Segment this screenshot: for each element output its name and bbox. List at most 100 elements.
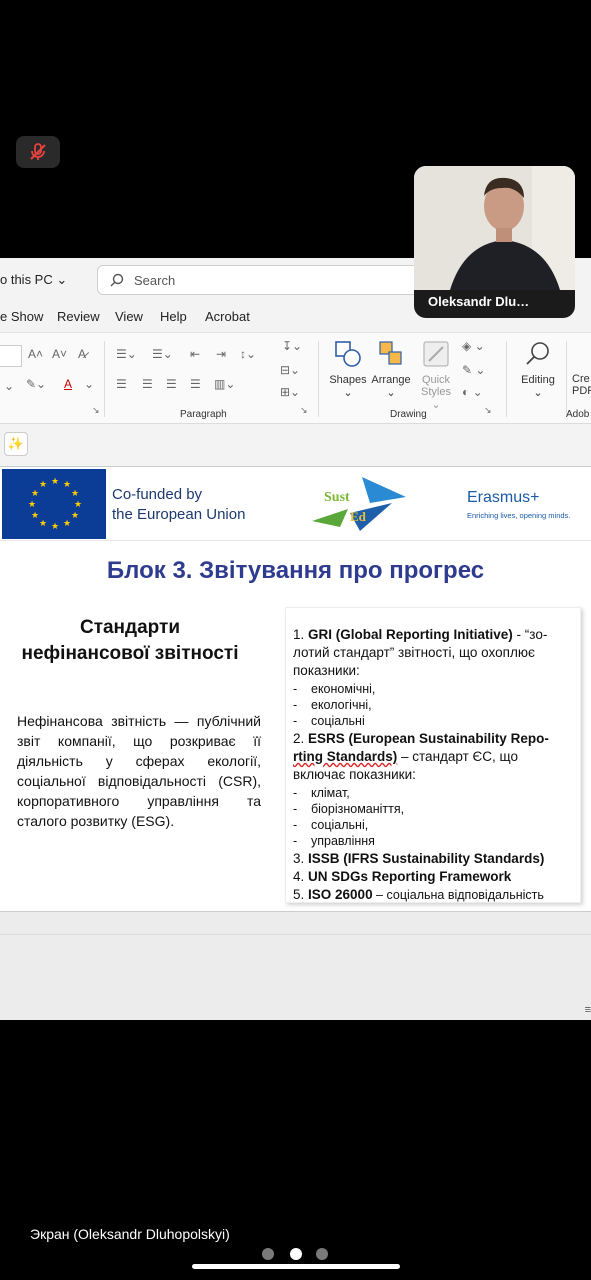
menu-help[interactable]: Help (160, 309, 187, 324)
svg-text:★: ★ (39, 480, 47, 490)
justify-icon[interactable]: ☰ (190, 377, 201, 391)
font-color-dropdown-icon[interactable]: ⌄ (84, 377, 94, 391)
svg-text:★: ★ (71, 511, 79, 521)
shape-fill-icon[interactable]: ◈ ⌄ (462, 339, 485, 353)
svg-text:★: ★ (31, 511, 39, 521)
shape-effects-icon[interactable]: ◐ ⌄ (462, 385, 483, 399)
separator (506, 341, 507, 417)
sub-item: - соціальні (293, 714, 365, 728)
svg-text:★: ★ (63, 519, 71, 529)
svg-text:★: ★ (28, 500, 36, 510)
mic-off-icon (30, 143, 46, 160)
screen-share-label: Экран (Oleksandr Dluhopolskyi) (30, 1226, 230, 1242)
erasmus-tagline: Enriching lives, opening minds. (467, 511, 571, 520)
notes-handle-icon[interactable]: ≡ (585, 1004, 591, 1016)
menu-slide-show[interactable]: e Show (0, 309, 43, 324)
eu-cofunded-text: Co-funded by the European Union (112, 486, 246, 523)
bullets-icon[interactable]: ☰⌄ (116, 347, 137, 361)
home-indicator[interactable] (192, 1264, 400, 1269)
increase-indent-icon[interactable]: ⇥ (216, 347, 226, 361)
quick-styles-icon (423, 341, 449, 367)
quick-styles-button[interactable]: Quick Styles ⌄ (416, 339, 456, 411)
svg-text:Ed: Ed (350, 509, 367, 524)
participant-name: Oleksandr Dlu… (428, 294, 530, 309)
slide: ★ ★ ★ ★ ★ ★ ★ ★ ★ ★ ★ ★ Co-funded by the Europea… (0, 466, 591, 912)
list-item-3: 3. ISSB (IFRS Sustainability Standards) (293, 851, 545, 866)
adobe-group-label: Adob (566, 409, 590, 420)
text-direction-icon[interactable]: ↧⌄ (282, 339, 302, 353)
left-body-text: Нефінансова звітність — публічний звіт к… (17, 713, 261, 829)
list-item-4: 4. UN SDGs Reporting Framework (293, 869, 512, 884)
drawing-launcher-icon[interactable]: ↘ (484, 405, 492, 416)
smartart-icon[interactable]: ⊞⌄ (280, 385, 300, 399)
menu-view[interactable]: View (115, 309, 143, 324)
align-right-icon[interactable]: ☰ (166, 377, 177, 391)
menu-acrobat[interactable]: Acrobat (205, 309, 250, 324)
align-text-icon[interactable]: ⊟⌄ (280, 363, 300, 377)
menu-review[interactable]: Review (57, 309, 100, 324)
page-dot-3[interactable] (316, 1248, 328, 1260)
shrink-font-icon[interactable]: A˅ (52, 347, 67, 361)
list-item-1: 1. GRI (Global Reporting Initiative) - “… (293, 627, 548, 642)
svg-text:★: ★ (71, 489, 79, 499)
list-item-2-cont: включає показники: (293, 767, 416, 782)
separator (318, 341, 319, 417)
separator (104, 341, 105, 417)
arrange-icon (379, 341, 402, 365)
paragraph-group-label: Paragraph (180, 409, 227, 420)
align-left-icon[interactable]: ☰ (116, 377, 127, 391)
svg-text:★: ★ (39, 519, 47, 529)
slide-title: Блок 3. Звітування про прогрес (106, 557, 485, 584)
columns-icon[interactable]: ▥⌄ (214, 377, 235, 391)
clear-format-icon[interactable]: A̷ (78, 347, 86, 361)
line-spacing-icon[interactable]: ↕⌄ (240, 347, 256, 361)
font-color-icon[interactable]: A (64, 377, 72, 391)
eu-flag-logo: ★ ★ ★ ★ ★ ★ ★ ★ ★ ★ ★ ★ (2, 469, 106, 539)
erasmus-logo: Erasmus+ (467, 489, 540, 506)
grow-font-icon[interactable]: A˄ (28, 347, 43, 361)
svg-text:★: ★ (63, 480, 71, 490)
standards-list-box: 1. GRI (Global Reporting Initiative) - “… (285, 607, 581, 903)
ribbon: A˄ A˅ A̷ ⌄ ✎⌄ A ⌄ ↘ ☰⌄ ☰⌄ ⇤ ⇥ ↕⌄ ☰ ☰ ☰ ☰… (0, 332, 591, 424)
shapes-button[interactable]: Shapes ⌄ (328, 339, 368, 399)
designer-button[interactable]: ✨ (4, 432, 28, 456)
sust-ed-logo: Sust Ed (310, 473, 410, 535)
sparkle-icon: ✨ (7, 436, 25, 451)
svg-text:★: ★ (74, 500, 82, 510)
arrange-button[interactable]: Arrange ⌄ (370, 339, 412, 399)
tool-strip: ✨ (0, 426, 591, 462)
font-size-box[interactable] (0, 345, 22, 367)
paragraph-launcher-icon[interactable]: ↘ (300, 405, 308, 416)
font-dropdown-icon[interactable]: ⌄ (4, 379, 14, 393)
list-item-5: 5. ISO 26000 – соціальна відповідальніст… (293, 887, 544, 902)
svg-text:★: ★ (31, 489, 39, 499)
svg-text:★: ★ (51, 477, 59, 487)
highlight-icon[interactable]: ✎⌄ (26, 377, 46, 391)
mic-muted-button[interactable] (16, 136, 60, 168)
participant-video-tile[interactable]: Oleksandr Dlu… (414, 166, 575, 318)
search-box[interactable]: Search (97, 265, 427, 295)
font-launcher-icon[interactable]: ↘ (92, 405, 100, 416)
align-center-icon[interactable]: ☰ (142, 377, 153, 391)
svg-text:Sust: Sust (324, 490, 350, 505)
save-location[interactable]: o this PC ⌄ (0, 272, 67, 288)
slide-pane-background (0, 912, 591, 1020)
list-item-1-cont: лотий стандарт” звітності, що охоплює (293, 645, 535, 660)
editing-button[interactable]: Editing ⌄ (514, 339, 562, 399)
list-item-2-cont: rting Standards) – стандарт ЄС, що (293, 749, 518, 764)
create-pdf-button[interactable]: Cre PDF (572, 371, 591, 397)
magnifier-icon (526, 342, 549, 365)
shape-outline-icon[interactable]: ✎ ⌄ (462, 363, 485, 377)
shapes-icon (335, 341, 361, 367)
decrease-indent-icon[interactable]: ⇤ (190, 347, 200, 361)
page-dot-1[interactable] (262, 1248, 274, 1260)
page-indicator[interactable] (262, 1248, 332, 1260)
left-heading: Стандарти нефінансової звітності (21, 617, 239, 664)
numbering-icon[interactable]: ☰⌄ (152, 347, 173, 361)
svg-text:★: ★ (51, 522, 59, 532)
shared-screen: o this PC ⌄ Search e Show Review View He… (0, 258, 591, 1020)
sub-item: - управління (293, 834, 375, 848)
page-dot-2[interactable] (290, 1248, 302, 1260)
separator (566, 341, 567, 417)
participant-video (414, 166, 575, 290)
